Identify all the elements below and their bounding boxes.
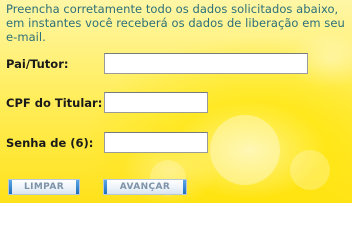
background-bokeh [290,150,330,190]
next-button[interactable]: AVANÇAR [104,180,186,194]
button-cap-right [183,180,186,194]
form-panel: Preencha corretamente todo os dados soli… [0,0,352,203]
guardian-label: Pai/Tutor: [6,57,69,71]
next-button-label: AVANÇAR [119,182,171,192]
button-cap-left [9,180,12,194]
clear-button-label: LIMPAR [23,182,65,192]
clear-button[interactable]: LIMPAR [9,180,79,194]
password-label: Senha de (6): [6,136,94,150]
background-bokeh [210,115,280,185]
button-cap-right [76,180,79,194]
instructions-text: Preencha corretamente todo os dados soli… [6,2,345,44]
cpf-label: CPF do Titular: [6,96,103,110]
cpf-input[interactable] [104,92,208,113]
guardian-input[interactable] [104,53,308,74]
button-cap-left [104,180,107,194]
password-input[interactable] [104,132,208,153]
